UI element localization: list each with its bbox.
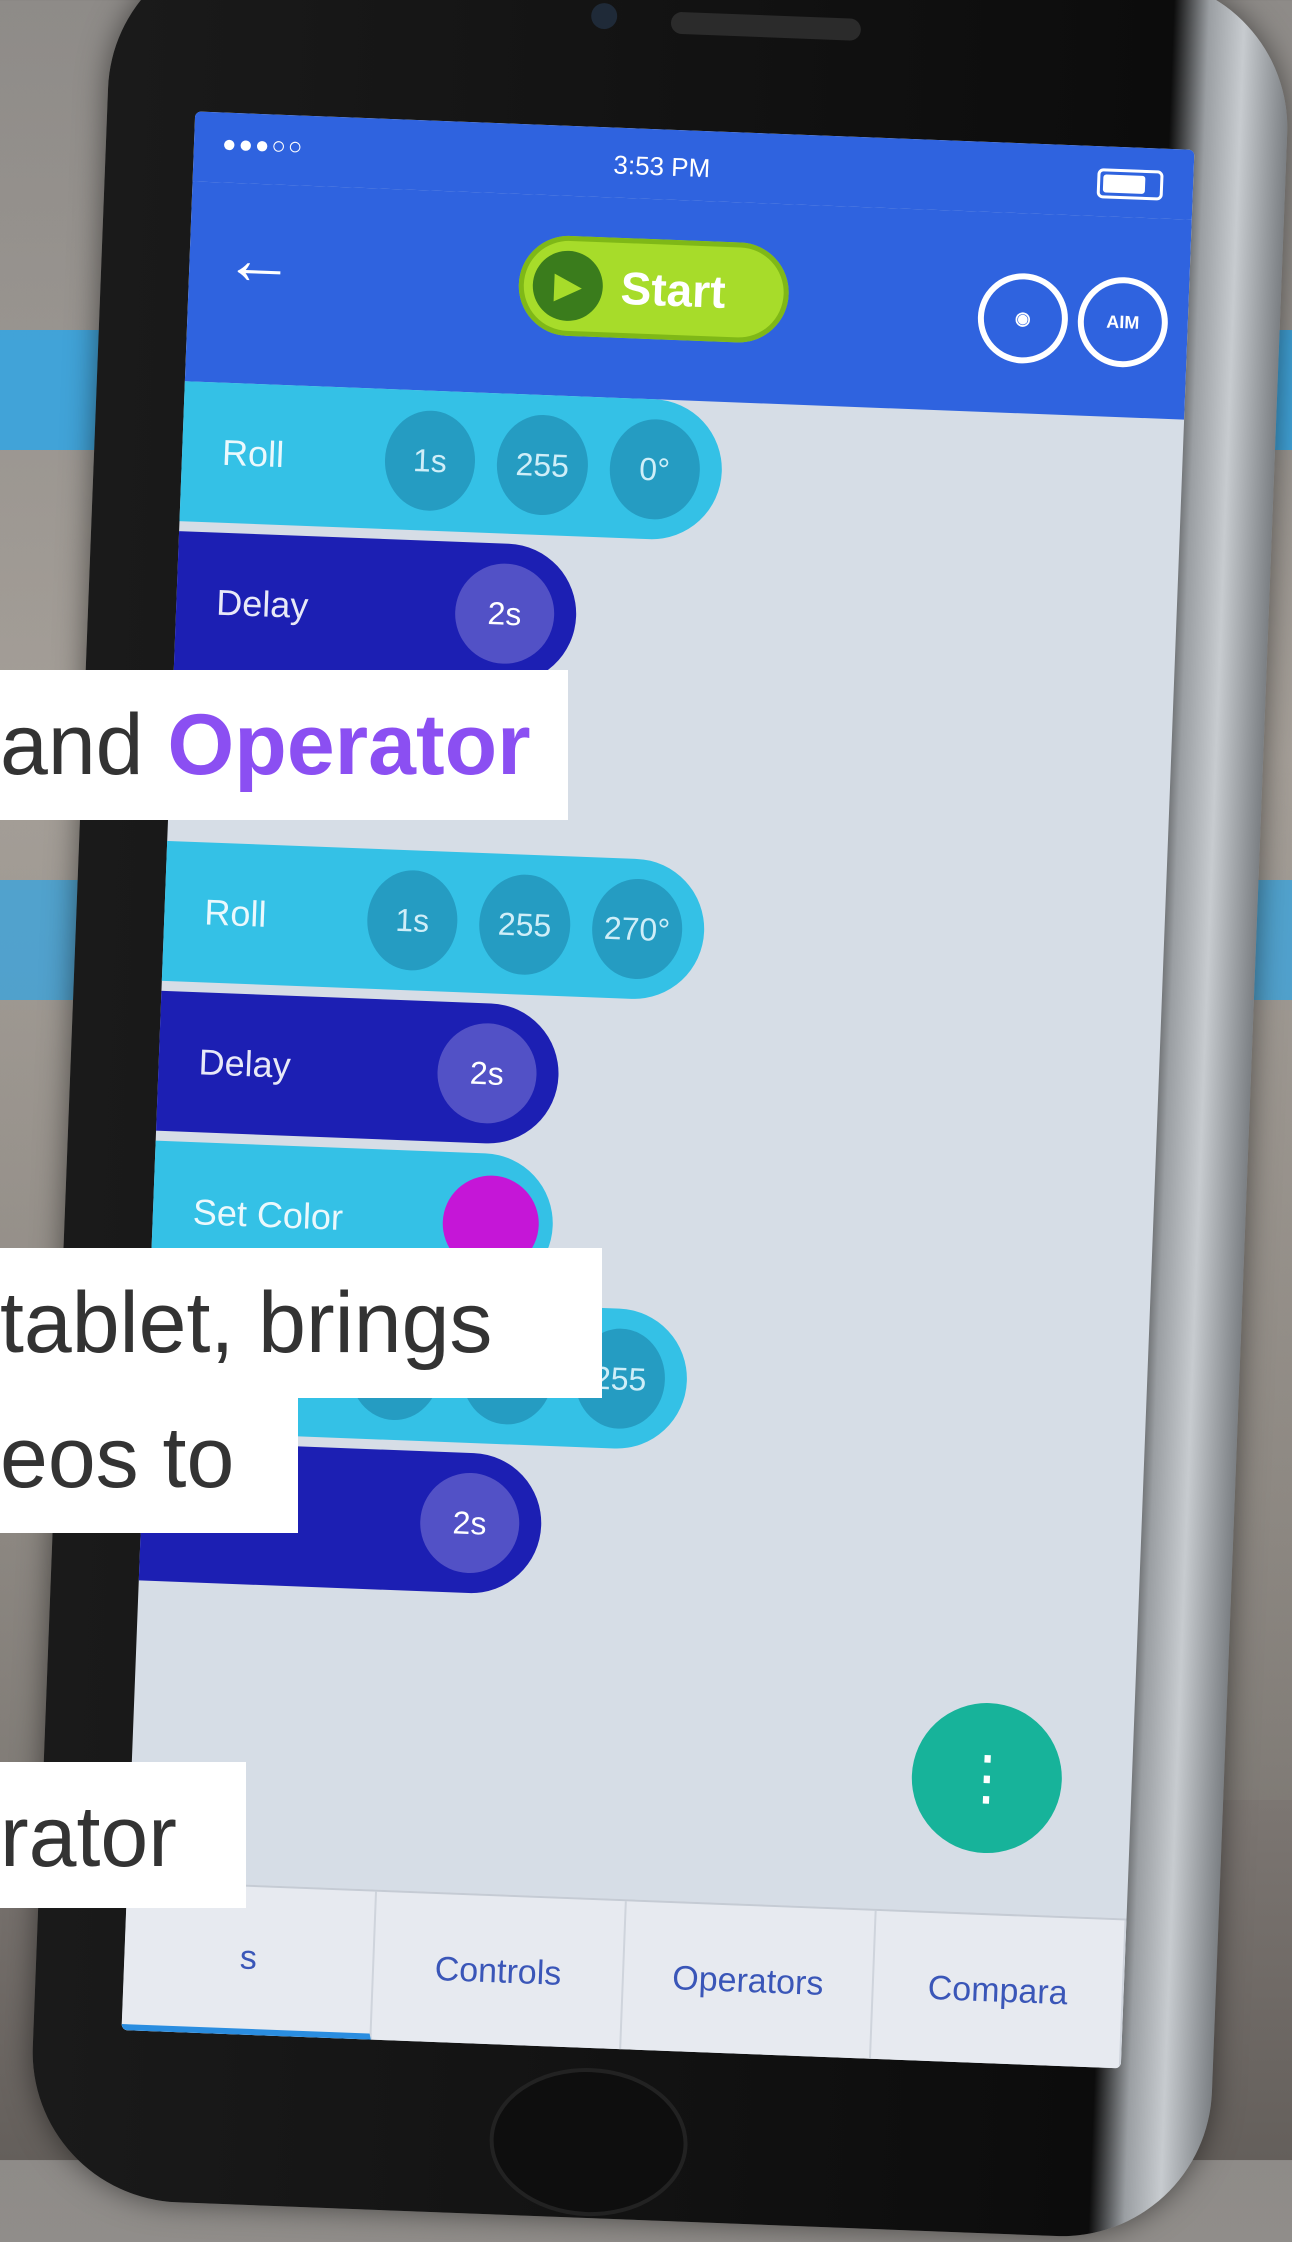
- app-toolbar: ← ▶ Start ◉ AIM: [184, 181, 1192, 420]
- delay-block[interactable]: Delay 2s: [136, 990, 562, 1147]
- caption-text: tablet, brings: [0, 1275, 493, 1371]
- caption-line-2: tablet, brings: [0, 1248, 602, 1398]
- play-icon: ▶: [531, 249, 605, 323]
- tab-controls[interactable]: Controls: [371, 1891, 627, 2052]
- speaker-grille: [670, 11, 862, 41]
- heading-param[interactable]: 0°: [607, 417, 702, 522]
- delay-param[interactable]: 2s: [453, 561, 557, 666]
- speed-param[interactable]: 255: [477, 872, 572, 977]
- duration-param[interactable]: 1s: [382, 409, 478, 513]
- delay-param[interactable]: 2s: [435, 1021, 539, 1126]
- category-tabs: s Controls Operators Compara: [121, 1880, 1127, 2069]
- aim-icon[interactable]: AIM: [1076, 275, 1170, 369]
- status-time: 3:53 PM: [612, 149, 711, 184]
- more-vertical-icon[interactable]: ⋮: [909, 1700, 1065, 1856]
- caption-line-1: and Operator: [0, 670, 568, 820]
- home-button: [486, 2064, 691, 2220]
- block-label: Roll: [221, 431, 285, 476]
- front-camera: [590, 2, 618, 30]
- delay-block[interactable]: Delay 2s: [153, 530, 579, 687]
- steering-wheel-icon[interactable]: ◉: [976, 271, 1070, 366]
- signal-icon: ●●●○○: [221, 130, 305, 161]
- block-label: Set Color: [192, 1191, 344, 1238]
- app-screen: ●●●○○ 3:53 PM ← ▶ Start ◉ AIM Roll 1s 25…: [121, 111, 1195, 2069]
- heading-param[interactable]: 270°: [589, 877, 685, 981]
- duration-param[interactable]: 1s: [365, 868, 460, 973]
- caption-text: and: [0, 697, 168, 793]
- delay-param[interactable]: 2s: [418, 1471, 522, 1575]
- block-label: Delay: [197, 1041, 292, 1086]
- tab-comparators[interactable]: Compara: [870, 1910, 1127, 2069]
- tab-operators[interactable]: Operators: [621, 1901, 877, 2061]
- arrow-left-icon[interactable]: ←: [222, 219, 297, 302]
- caption-line-3: eos to: [0, 1398, 298, 1533]
- caption-text: rator: [0, 1789, 177, 1885]
- roll-block[interactable]: Roll 1s 255 0°: [159, 380, 725, 542]
- speed-param[interactable]: 255: [495, 413, 590, 517]
- battery-icon: [1096, 168, 1164, 201]
- caption-line-4: rator: [0, 1762, 246, 1908]
- caption-text: eos to: [0, 1410, 235, 1506]
- aim-label: AIM: [1105, 311, 1140, 333]
- block-label: Delay: [215, 581, 310, 627]
- roll-block[interactable]: Roll 1s 255 270°: [141, 840, 707, 1002]
- block-label: Roll: [203, 891, 268, 935]
- start-label: Start: [619, 261, 727, 318]
- start-button[interactable]: ▶ Start: [516, 234, 791, 345]
- caption-accent: Operator: [167, 697, 531, 793]
